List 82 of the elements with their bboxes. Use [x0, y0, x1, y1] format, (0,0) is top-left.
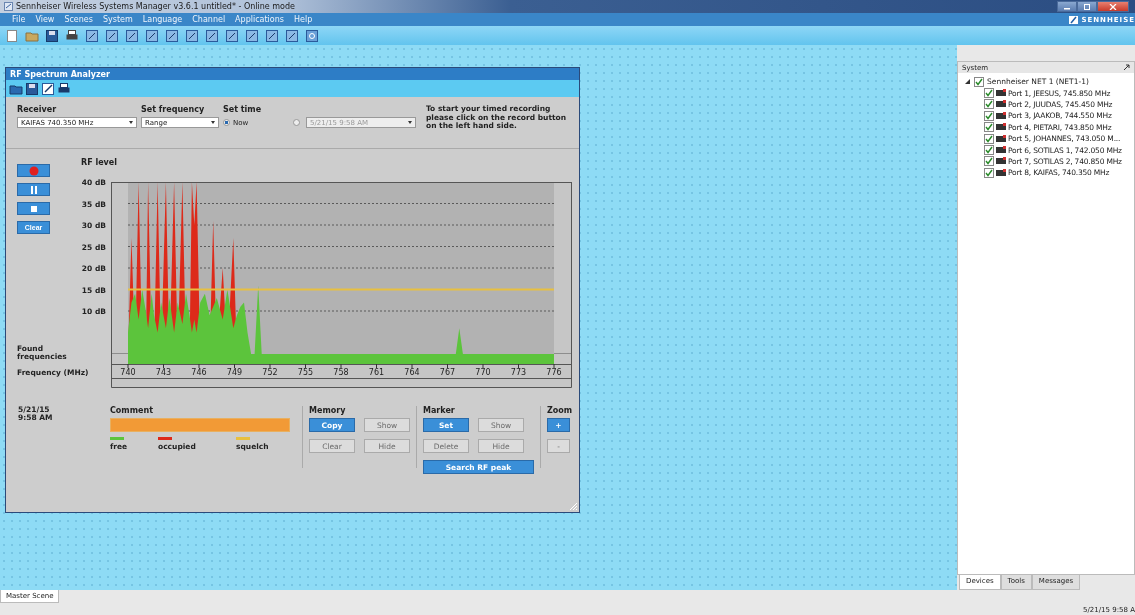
checkbox[interactable] [984, 122, 994, 133]
axis-tick-label: 758 [333, 368, 349, 377]
checkbox[interactable] [984, 110, 994, 121]
close-button[interactable] [1097, 1, 1129, 12]
device-icon [996, 111, 1006, 120]
device-icon [996, 157, 1006, 166]
tool-icon[interactable] [125, 28, 139, 43]
tool-icon[interactable] [285, 28, 299, 43]
axis-tick-label: 761 [368, 368, 385, 377]
panel-title: RF Spectrum Analyzer [6, 68, 579, 80]
stop-icon [28, 203, 39, 214]
section-label: Memory [309, 406, 347, 415]
axis-tick-label: 743 [155, 368, 172, 377]
axis-tick-label: 776 [546, 368, 562, 377]
section-label: Marker [423, 406, 456, 415]
pin-icon[interactable] [1123, 64, 1130, 71]
save-icon[interactable] [25, 81, 39, 96]
maximize-button[interactable] [1077, 1, 1097, 12]
device-icon [996, 168, 1006, 177]
menu-item[interactable]: Channel [192, 15, 226, 24]
maximize-icon [1083, 3, 1091, 10]
app-icon [4, 2, 13, 11]
menu-item[interactable]: Scenes [64, 15, 93, 24]
tool-icon[interactable] [165, 28, 179, 43]
new-document-icon[interactable] [5, 28, 19, 43]
tool-icon[interactable] [245, 28, 259, 43]
tool-icon[interactable] [205, 28, 219, 43]
field-label: Set time [223, 105, 263, 114]
tool-icon[interactable] [185, 28, 199, 43]
printer-icon[interactable] [57, 81, 71, 96]
field-label: Set frequency [141, 105, 206, 114]
axis-tick-label: 764 [404, 368, 420, 377]
edit-icon[interactable] [41, 81, 55, 96]
section-label: Zoom [547, 406, 573, 415]
menu-item[interactable]: Language [142, 15, 183, 24]
device-icon [996, 134, 1006, 143]
axis-tick-label: 752 [262, 368, 278, 377]
tool-icon[interactable] [85, 28, 99, 43]
window-title: Sennheiser Wireless Systems Manager v3.6.1 untitled* - Online mode [16, 2, 295, 11]
save-icon[interactable] [45, 28, 59, 43]
checkbox[interactable] [984, 145, 994, 156]
pause-button[interactable] [17, 183, 50, 196]
tool-icon[interactable] [225, 28, 239, 43]
device-icon [996, 146, 1006, 155]
menu-item[interactable]: Applications [235, 15, 284, 24]
menu-item[interactable]: File [12, 15, 26, 24]
device-icon [996, 100, 1006, 109]
axis-tick-label: 749 [226, 368, 243, 377]
checkbox[interactable] [974, 76, 984, 87]
section-label: Comment [110, 406, 154, 415]
printer-icon[interactable] [65, 28, 79, 43]
pause-icon [28, 184, 39, 195]
tool-icon[interactable] [145, 28, 159, 43]
radio-button[interactable] [293, 119, 300, 126]
device-icon [996, 123, 1006, 132]
field-label: Receiver [17, 105, 58, 114]
axis-tick-label: 746 [191, 368, 207, 377]
close-icon [1109, 3, 1117, 10]
axis-tick-label: 755 [297, 368, 314, 377]
checkbox[interactable] [984, 156, 994, 167]
axis-tick-label: 770 [475, 368, 491, 377]
tool-icon[interactable] [265, 28, 279, 43]
checkbox[interactable] [984, 88, 994, 99]
device-icon [996, 89, 1006, 98]
menu-item[interactable]: Help [294, 15, 313, 24]
axis-tick-label: 767 [439, 368, 456, 377]
resize-grip-icon[interactable] [569, 502, 578, 511]
axis-tick-label: 740 [120, 368, 136, 377]
checkbox[interactable] [984, 133, 994, 144]
stop-button[interactable] [17, 202, 50, 215]
menu-item[interactable]: System [102, 15, 133, 24]
menu-item[interactable]: View [35, 15, 55, 24]
comment-field[interactable] [110, 418, 290, 432]
axis-tick-label: 773 [510, 368, 527, 377]
minimize-button[interactable] [1057, 1, 1077, 12]
checkbox[interactable] [984, 167, 994, 178]
expand-arrow-icon[interactable] [964, 78, 971, 86]
checkbox[interactable] [984, 99, 994, 110]
record-icon [28, 165, 39, 176]
help-icon[interactable] [305, 28, 319, 43]
axis-title: RF level [81, 158, 117, 167]
tool-icon[interactable] [105, 28, 119, 43]
